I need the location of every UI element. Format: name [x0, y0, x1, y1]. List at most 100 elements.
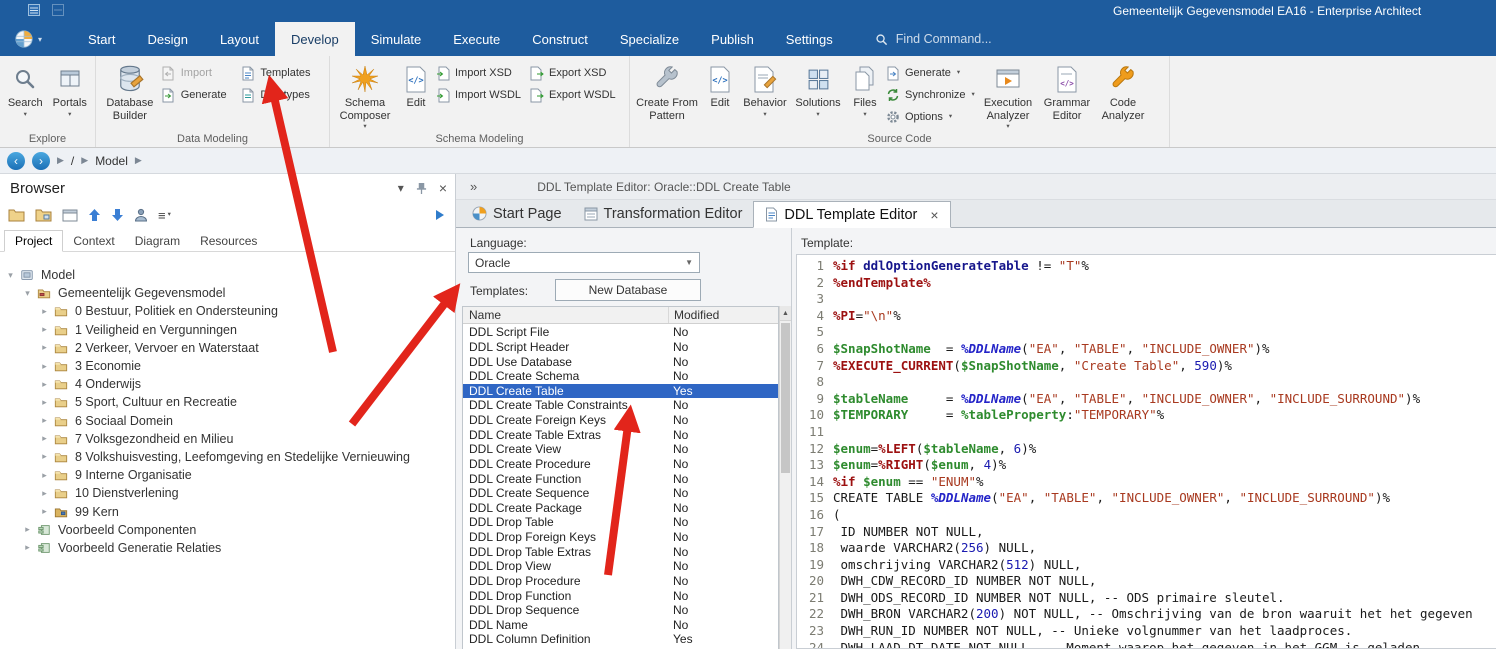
browser-tab-resources[interactable]: Resources: [190, 231, 267, 251]
expand-icon[interactable]: ▸: [38, 451, 51, 462]
scroll-up-icon[interactable]: ▲: [780, 306, 791, 321]
export-xsd-button[interactable]: Export XSD: [529, 65, 623, 81]
files-button[interactable]: Files ▾: [845, 59, 885, 119]
app-logo-button[interactable]: ▾: [14, 22, 56, 56]
find-command-search[interactable]: Find Command...: [875, 22, 992, 56]
tree-item[interactable]: ▸6 Sociaal Domein: [0, 412, 455, 430]
template-row[interactable]: DDL Use DatabaseNo: [463, 354, 778, 369]
ribbon-tab-construct[interactable]: Construct: [516, 22, 604, 56]
template-row[interactable]: DDL Drop ViewNo: [463, 559, 778, 574]
ribbon-tab-start[interactable]: Start: [72, 22, 131, 56]
expand-icon[interactable]: ▸: [38, 470, 51, 481]
new-element-icon[interactable]: [62, 209, 78, 222]
close-icon[interactable]: ×: [439, 180, 447, 196]
options-button[interactable]: Options ▾: [885, 109, 977, 125]
hamburger-menu-icon[interactable]: ≡▾: [158, 208, 171, 223]
new-diagram-icon[interactable]: [35, 208, 52, 222]
tree-item[interactable]: ▾Model: [0, 266, 455, 284]
tree-item[interactable]: ▸4 Onderwijs: [0, 375, 455, 393]
template-row[interactable]: DDL Drop SequenceNo: [463, 603, 778, 618]
expand-icon[interactable]: ▸: [38, 342, 51, 353]
expand-icon[interactable]: ▸: [38, 361, 51, 372]
code-edit-button[interactable]: </> Edit: [701, 59, 739, 110]
template-row[interactable]: DDL Column DefinitionYes: [463, 632, 778, 647]
tree-item[interactable]: ▸5 Sport, Cultuur en Recreatie: [0, 393, 455, 411]
tree-item[interactable]: ▸Voorbeeld Componenten: [0, 521, 455, 539]
template-row[interactable]: DDL Drop TableNo: [463, 515, 778, 530]
template-row[interactable]: DDL Script HeaderNo: [463, 340, 778, 355]
execution-analyzer-button[interactable]: Execution Analyzer ▾: [977, 59, 1039, 131]
behavior-button[interactable]: Behavior ▾: [739, 59, 791, 119]
language-select[interactable]: Oracle ▼: [468, 252, 700, 273]
template-row[interactable]: DDL Create PackageNo: [463, 501, 778, 516]
generate-code-button[interactable]: Generate ▾: [885, 65, 977, 81]
browser-tab-context[interactable]: Context: [63, 231, 124, 251]
template-code-editor[interactable]: 1%if ddlOptionGenerateTable != "T"%2%end…: [796, 254, 1496, 649]
browser-tab-diagram[interactable]: Diagram: [125, 231, 190, 251]
tab-ddl-template-editor[interactable]: DDL Template Editor ×: [753, 201, 950, 228]
column-header-modified[interactable]: Modified: [668, 307, 778, 323]
expand-icon[interactable]: ▸: [38, 433, 51, 444]
synchronize-button[interactable]: Synchronize ▾: [885, 87, 977, 103]
scrollbar-thumb[interactable]: [781, 323, 790, 473]
move-up-icon[interactable]: [88, 208, 101, 222]
template-row[interactable]: DDL Create Table ConstraintsNo: [463, 398, 778, 413]
schema-edit-button[interactable]: </> Edit: [397, 59, 435, 110]
expand-icon[interactable]: ▸: [38, 379, 51, 390]
breadcrumb-root[interactable]: /: [71, 154, 74, 168]
create-from-pattern-button[interactable]: Create From Pattern: [633, 59, 701, 122]
ribbon-tab-publish[interactable]: Publish: [695, 22, 770, 56]
back-button[interactable]: ‹: [7, 152, 25, 170]
export-wsdl-button[interactable]: Export WSDL: [529, 87, 623, 103]
tree-item[interactable]: ▸9 Interne Organisatie: [0, 466, 455, 484]
tree-item[interactable]: ▸Voorbeeld Generatie Relaties: [0, 539, 455, 557]
tree-item[interactable]: ▸2 Verkeer, Vervoer en Waterstaat: [0, 339, 455, 357]
template-row[interactable]: DDL NameNo: [463, 618, 778, 633]
template-row[interactable]: DDL Drop ProcedureNo: [463, 574, 778, 589]
expand-icon[interactable]: ▸: [38, 324, 51, 335]
template-row[interactable]: DDL Create TableYes: [463, 384, 778, 399]
expand-panel-icon[interactable]: [435, 209, 445, 221]
close-tab-icon[interactable]: ×: [930, 207, 938, 223]
browser-tab-project[interactable]: Project: [4, 230, 63, 252]
breadcrumb-model[interactable]: Model: [95, 154, 128, 168]
tree-item[interactable]: ▾Gemeentelijk Gegevensmodel: [0, 284, 455, 302]
database-builder-button[interactable]: Database Builder: [99, 59, 161, 122]
tab-transformation-editor[interactable]: Transformation Editor: [573, 200, 754, 227]
import-xsd-button[interactable]: Import XSD: [435, 65, 529, 81]
ribbon-tab-execute[interactable]: Execute: [437, 22, 516, 56]
template-row[interactable]: DDL Drop FunctionNo: [463, 588, 778, 603]
template-row[interactable]: DDL Create ProcedureNo: [463, 457, 778, 472]
tree-item[interactable]: ▸99 Kern: [0, 502, 455, 520]
column-header-name[interactable]: Name: [463, 308, 668, 322]
chevrons-right-icon[interactable]: »: [470, 179, 477, 194]
window-menu-icon[interactable]: [28, 4, 40, 16]
move-down-icon[interactable]: [111, 208, 124, 222]
expand-icon[interactable]: ▸: [38, 488, 51, 499]
collapse-icon[interactable]: ▾: [21, 288, 34, 299]
template-row[interactable]: DDL Create SequenceNo: [463, 486, 778, 501]
code-analyzer-button[interactable]: Code Analyzer: [1095, 59, 1151, 122]
grammar-editor-button[interactable]: </> Grammar Editor: [1039, 59, 1095, 122]
import-wsdl-button[interactable]: Import WSDL: [435, 87, 529, 103]
tree-item[interactable]: ▸3 Economie: [0, 357, 455, 375]
ribbon-tab-develop[interactable]: Develop: [275, 22, 355, 56]
expand-icon[interactable]: ▸: [38, 506, 51, 517]
tree-item[interactable]: ▸0 Bestuur, Politiek en Ondersteuning: [0, 302, 455, 320]
tree-item[interactable]: ▸1 Veiligheid en Vergunningen: [0, 321, 455, 339]
expand-icon[interactable]: ▸: [38, 306, 51, 317]
portals-button[interactable]: Portals ▾: [48, 59, 93, 119]
template-list-scrollbar[interactable]: ▲: [779, 306, 791, 649]
tree-item[interactable]: ▸7 Volksgezondheid en Milieu: [0, 430, 455, 448]
tree-item[interactable]: ▸8 Volkshuisvesting, Leefomgeving en Ste…: [0, 448, 455, 466]
template-row[interactable]: DDL Create ViewNo: [463, 442, 778, 457]
pin-icon[interactable]: [416, 182, 427, 195]
tab-start-page[interactable]: Start Page: [461, 200, 573, 227]
template-row[interactable]: DDL Script FileNo: [463, 325, 778, 340]
user-icon[interactable]: [134, 208, 148, 222]
search-button[interactable]: Search ▾: [3, 59, 48, 119]
panel-menu-caret-icon[interactable]: ▾: [398, 181, 404, 195]
ribbon-tab-specialize[interactable]: Specialize: [604, 22, 695, 56]
generate-ddl-button[interactable]: Generate: [161, 87, 241, 103]
ribbon-tab-layout[interactable]: Layout: [204, 22, 275, 56]
